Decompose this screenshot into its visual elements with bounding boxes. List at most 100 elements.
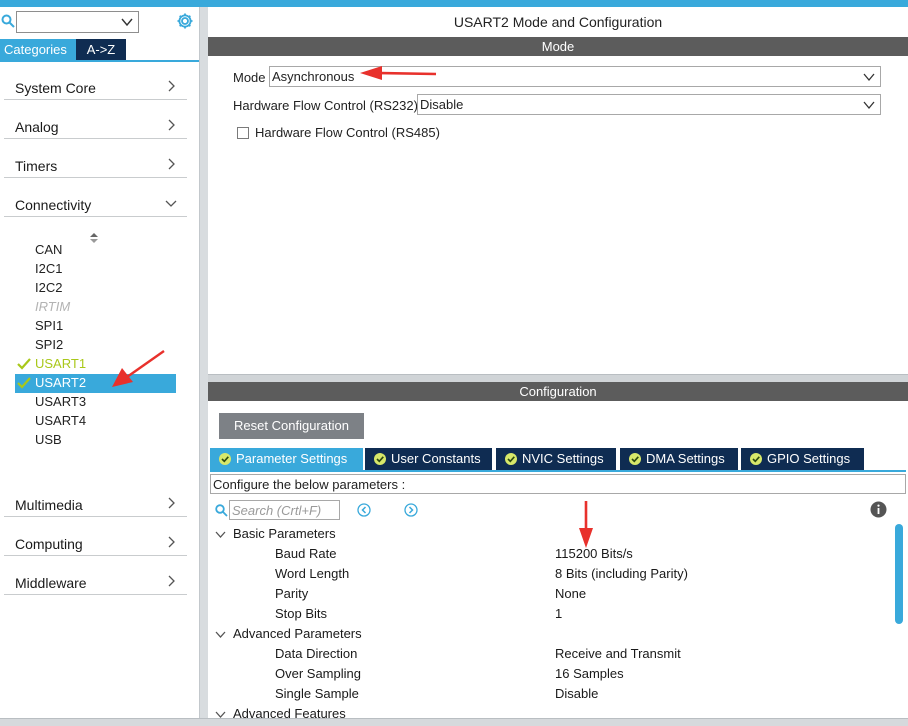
category-connectivity[interactable]: Connectivity (4, 179, 187, 217)
hw-flow-rs485-checkbox[interactable] (237, 127, 249, 139)
param-row-parity[interactable]: Parity None (208, 584, 894, 604)
check-circle-icon (629, 453, 641, 465)
param-name: Word Length (275, 566, 350, 581)
group-basic-parameters[interactable]: Basic Parameters (208, 524, 894, 544)
param-name: Stop Bits (275, 606, 328, 621)
tab-nvic-settings[interactable]: NVIC Settings (496, 448, 616, 470)
chevron-right-icon (168, 497, 175, 509)
param-row-single-sample[interactable]: Single Sample Disable (208, 684, 894, 704)
peripheral-usart1[interactable]: USART1 (15, 355, 176, 374)
chevron-right-icon (168, 119, 175, 131)
tab-label: NVIC Settings (522, 451, 604, 466)
vertical-scrollbar[interactable] (895, 524, 903, 624)
peripheral-spi1[interactable]: SPI1 (15, 317, 176, 336)
reset-configuration-button[interactable]: Reset Configuration (219, 413, 364, 439)
tab-a-to-z[interactable]: A->Z (76, 39, 126, 60)
param-row-over-sampling[interactable]: Over Sampling 16 Samples (208, 664, 894, 684)
check-icon (17, 377, 31, 389)
tab-dma-settings[interactable]: DMA Settings (620, 448, 738, 470)
category-system-core[interactable]: System Core (4, 62, 187, 100)
category-computing[interactable]: Computing (4, 518, 187, 556)
mode-select[interactable]: Asynchronous (269, 66, 881, 87)
tab-label: Parameter Settings (236, 451, 348, 466)
bottom-splitter[interactable] (0, 718, 908, 726)
search-icon[interactable] (215, 504, 228, 517)
peripheral-label: IRTIM (35, 299, 71, 314)
peripheral-label: I2C1 (35, 261, 63, 276)
tab-label: GPIO Settings (767, 451, 851, 466)
gear-icon[interactable] (176, 12, 194, 30)
peripheral-can[interactable]: CAN (15, 241, 176, 260)
peripheral-usart4[interactable]: USART4 (15, 412, 176, 431)
category-label: Timers (15, 158, 58, 174)
param-value[interactable]: 1 (555, 606, 562, 621)
arrow-left-circle-icon[interactable] (357, 503, 371, 517)
tab-gpio-settings[interactable]: GPIO Settings (741, 448, 864, 470)
param-row-word-length[interactable]: Word Length 8 Bits (including Parity) (208, 564, 894, 584)
peripheral-label: SPI1 (35, 318, 64, 333)
category-label: Computing (15, 536, 83, 552)
param-row-data-direction[interactable]: Data Direction Receive and Transmit (208, 644, 894, 664)
param-value[interactable]: Receive and Transmit (555, 646, 681, 661)
chevron-down-icon[interactable] (215, 529, 226, 540)
peripheral-usb[interactable]: USB (15, 431, 176, 450)
check-circle-icon (219, 453, 231, 465)
category-analog[interactable]: Analog (4, 101, 187, 139)
peripheral-label: SPI2 (35, 337, 64, 352)
param-name: Baud Rate (275, 546, 337, 561)
tab-categories[interactable]: Categories (0, 39, 76, 60)
search-combo[interactable] (16, 11, 139, 33)
chevron-right-icon (168, 80, 175, 92)
chevron-down-icon (863, 101, 875, 110)
peripheral-irtim[interactable]: IRTIM (15, 298, 176, 317)
category-multimedia[interactable]: Multimedia (4, 479, 187, 517)
peripheral-spi2[interactable]: SPI2 (15, 336, 176, 355)
category-label: Analog (15, 119, 59, 135)
param-row-baud-rate[interactable]: Baud Rate 115200 Bits/s (208, 544, 894, 564)
top-accent-strip (0, 0, 908, 7)
param-value[interactable]: 16 Samples (555, 666, 624, 681)
hw-flow-rs232-select[interactable]: Disable (417, 94, 881, 115)
peripheral-label: USB (35, 432, 62, 447)
peripheral-i2c1[interactable]: I2C1 (15, 260, 176, 279)
param-value[interactable]: None (555, 586, 586, 601)
peripheral-label: CAN (35, 242, 63, 257)
search-icon[interactable] (1, 14, 15, 28)
parameter-search-input[interactable]: Search (Crtl+F) (229, 500, 340, 520)
chevron-down-icon[interactable] (120, 15, 134, 29)
check-circle-icon (505, 453, 517, 465)
param-row-stop-bits[interactable]: Stop Bits 1 (208, 604, 894, 624)
hw-flow-rs232-value: Disable (420, 97, 464, 112)
peripheral-label: USART3 (35, 394, 87, 409)
category-timers[interactable]: Timers (4, 140, 187, 178)
vertical-splitter[interactable] (199, 7, 208, 726)
check-circle-icon (750, 453, 762, 465)
param-value[interactable]: Disable (555, 686, 598, 701)
chevron-right-icon (168, 536, 175, 548)
hw-flow-rs232-label: Hardware Flow Control (RS232) (233, 98, 418, 113)
param-name: Single Sample (275, 686, 359, 701)
chevron-down-icon[interactable] (215, 629, 226, 640)
tab-underline (210, 470, 906, 472)
param-value[interactable]: 115200 Bits/s (555, 546, 633, 561)
configure-instruction-box: Configure the below parameters : (210, 474, 906, 494)
param-value[interactable]: 8 Bits (including Parity) (555, 566, 688, 581)
tab-parameter-settings[interactable]: Parameter Settings (210, 448, 363, 470)
check-icon (17, 358, 31, 370)
tab-user-constants[interactable]: User Constants (365, 448, 492, 470)
peripheral-i2c2[interactable]: I2C2 (15, 279, 176, 298)
category-middleware[interactable]: Middleware (4, 557, 187, 595)
category-label: System Core (15, 80, 96, 96)
configure-instruction: Configure the below parameters : (213, 477, 406, 492)
hw-flow-rs485-label: Hardware Flow Control (RS485) (255, 125, 440, 140)
group-advanced-parameters[interactable]: Advanced Parameters (208, 624, 894, 644)
peripheral-usart3[interactable]: USART3 (15, 393, 176, 412)
category-label: Middleware (15, 575, 87, 591)
peripheral-usart2[interactable]: USART2 (15, 374, 176, 393)
configuration-header: Configuration (208, 382, 908, 401)
param-name: Data Direction (275, 646, 358, 661)
horizontal-splitter[interactable] (208, 374, 908, 382)
info-icon[interactable] (870, 501, 887, 518)
arrow-right-circle-icon[interactable] (404, 503, 418, 517)
peripheral-label: USART1 (35, 356, 87, 371)
